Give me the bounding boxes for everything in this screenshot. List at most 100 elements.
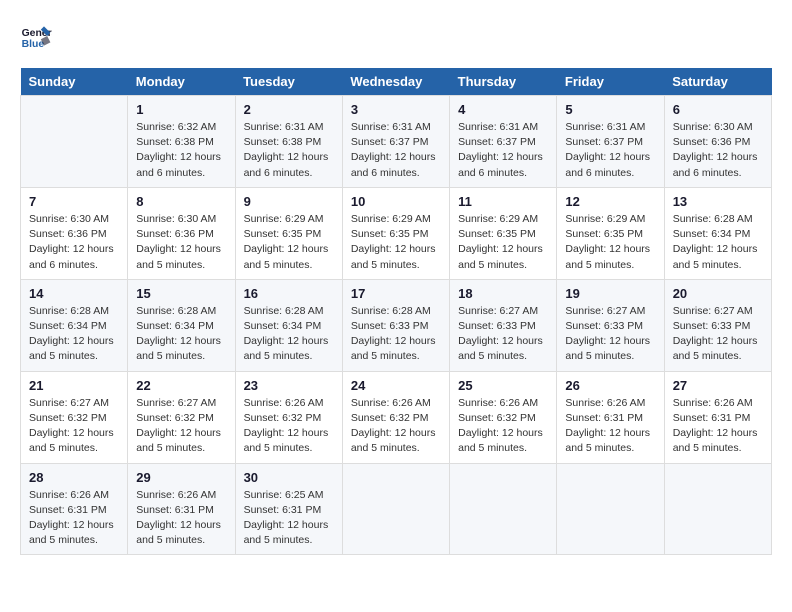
day-info: Sunrise: 6:32 AMSunset: 6:38 PMDaylight:…: [136, 120, 226, 181]
day-info: Sunrise: 6:31 AMSunset: 6:37 PMDaylight:…: [351, 120, 441, 181]
calendar-cell: 3 Sunrise: 6:31 AMSunset: 6:37 PMDaylight…: [342, 96, 449, 188]
calendar-cell: 29 Sunrise: 6:26 AMSunset: 6:31 PMDayligh…: [128, 463, 235, 555]
calendar-cell: 10 Sunrise: 6:29 AMSunset: 6:35 PMDayligh…: [342, 187, 449, 279]
day-number: 11: [458, 194, 548, 209]
day-number: 18: [458, 286, 548, 301]
day-info: Sunrise: 6:26 AMSunset: 6:31 PMDaylight:…: [565, 396, 655, 457]
week-row-1: 1Sunrise: 6:32 AMSunset: 6:38 PMDaylight…: [21, 96, 772, 188]
calendar-cell: 15 Sunrise: 6:28 AMSunset: 6:34 PMDayligh…: [128, 279, 235, 371]
day-number: 4: [458, 102, 548, 117]
day-number: 19: [565, 286, 655, 301]
calendar-cell: 22 Sunrise: 6:27 AMSunset: 6:32 PMDayligh…: [128, 371, 235, 463]
day-number: 16: [244, 286, 334, 301]
calendar-cell: 1Sunrise: 6:32 AMSunset: 6:38 PMDaylight…: [128, 96, 235, 188]
day-number: 29: [136, 470, 226, 485]
day-number: 30: [244, 470, 334, 485]
calendar-cell: 28Sunrise: 6:26 AMSunset: 6:31 PMDayligh…: [21, 463, 128, 555]
calendar-cell: 18 Sunrise: 6:27 AMSunset: 6:33 PMDayligh…: [450, 279, 557, 371]
calendar-cell: 24 Sunrise: 6:26 AMSunset: 6:32 PMDayligh…: [342, 371, 449, 463]
day-info: Sunrise: 6:30 AMSunset: 6:36 PMDaylight:…: [673, 120, 763, 181]
day-info: Sunrise: 6:29 AMSunset: 6:35 PMDaylight:…: [351, 212, 441, 273]
day-info: Sunrise: 6:28 AMSunset: 6:34 PMDaylight:…: [29, 304, 119, 365]
svg-text:Blue: Blue: [22, 39, 45, 50]
calendar-cell: 19 Sunrise: 6:27 AMSunset: 6:33 PMDayligh…: [557, 279, 664, 371]
day-info: Sunrise: 6:25 AMSunset: 6:31 PMDaylight:…: [244, 488, 334, 549]
day-number: 8: [136, 194, 226, 209]
calendar-cell: 7 Sunrise: 6:30 AMSunset: 6:36 PMDaylight…: [21, 187, 128, 279]
calendar-cell: 14 Sunrise: 6:28 AMSunset: 6:34 PMDayligh…: [21, 279, 128, 371]
calendar-cell: 17Sunrise: 6:28 AMSunset: 6:33 PMDayligh…: [342, 279, 449, 371]
calendar-cell: 11 Sunrise: 6:29 AMSunset: 6:35 PMDayligh…: [450, 187, 557, 279]
calendar-cell: 23 Sunrise: 6:26 AMSunset: 6:32 PMDayligh…: [235, 371, 342, 463]
col-header-thursday: Thursday: [450, 68, 557, 96]
logo-icon: General Blue: [20, 20, 52, 52]
day-info: Sunrise: 6:28 AMSunset: 6:34 PMDaylight:…: [673, 212, 763, 273]
day-info: Sunrise: 6:27 AMSunset: 6:32 PMDaylight:…: [29, 396, 119, 457]
calendar-cell: 20Sunrise: 6:27 AMSunset: 6:33 PMDayligh…: [664, 279, 771, 371]
day-info: Sunrise: 6:26 AMSunset: 6:32 PMDaylight:…: [458, 396, 548, 457]
col-header-friday: Friday: [557, 68, 664, 96]
day-info: Sunrise: 6:30 AMSunset: 6:36 PMDaylight:…: [29, 212, 119, 273]
col-header-sunday: Sunday: [21, 68, 128, 96]
day-info: Sunrise: 6:31 AMSunset: 6:37 PMDaylight:…: [565, 120, 655, 181]
calendar-cell: 26 Sunrise: 6:26 AMSunset: 6:31 PMDayligh…: [557, 371, 664, 463]
calendar-cell: 5Sunrise: 6:31 AMSunset: 6:37 PMDaylight…: [557, 96, 664, 188]
col-header-tuesday: Tuesday: [235, 68, 342, 96]
calendar-cell: 25Sunrise: 6:26 AMSunset: 6:32 PMDayligh…: [450, 371, 557, 463]
calendar-cell: 6 Sunrise: 6:30 AMSunset: 6:36 PMDaylight…: [664, 96, 771, 188]
logo: General Blue: [20, 20, 56, 52]
day-info: Sunrise: 6:28 AMSunset: 6:34 PMDaylight:…: [136, 304, 226, 365]
week-row-4: 21 Sunrise: 6:27 AMSunset: 6:32 PMDayligh…: [21, 371, 772, 463]
day-number: 9: [244, 194, 334, 209]
week-row-2: 7 Sunrise: 6:30 AMSunset: 6:36 PMDaylight…: [21, 187, 772, 279]
calendar-cell: 30 Sunrise: 6:25 AMSunset: 6:31 PMDayligh…: [235, 463, 342, 555]
calendar-cell: 9 Sunrise: 6:29 AMSunset: 6:35 PMDaylight…: [235, 187, 342, 279]
day-info: Sunrise: 6:27 AMSunset: 6:33 PMDaylight:…: [673, 304, 763, 365]
day-number: 27: [673, 378, 763, 393]
day-number: 13: [673, 194, 763, 209]
day-number: 3: [351, 102, 441, 117]
day-info: Sunrise: 6:26 AMSunset: 6:32 PMDaylight:…: [244, 396, 334, 457]
day-number: 23: [244, 378, 334, 393]
calendar-cell: [450, 463, 557, 555]
day-info: Sunrise: 6:26 AMSunset: 6:32 PMDaylight:…: [351, 396, 441, 457]
day-info: Sunrise: 6:28 AMSunset: 6:34 PMDaylight:…: [244, 304, 334, 365]
calendar-cell: [21, 96, 128, 188]
day-info: Sunrise: 6:31 AMSunset: 6:37 PMDaylight:…: [458, 120, 548, 181]
day-number: 22: [136, 378, 226, 393]
day-number: 7: [29, 194, 119, 209]
day-info: Sunrise: 6:26 AMSunset: 6:31 PMDaylight:…: [29, 488, 119, 549]
day-info: Sunrise: 6:28 AMSunset: 6:33 PMDaylight:…: [351, 304, 441, 365]
day-number: 6: [673, 102, 763, 117]
day-number: 24: [351, 378, 441, 393]
calendar-cell: 8 Sunrise: 6:30 AMSunset: 6:36 PMDaylight…: [128, 187, 235, 279]
calendar-cell: 21 Sunrise: 6:27 AMSunset: 6:32 PMDayligh…: [21, 371, 128, 463]
week-row-5: 28Sunrise: 6:26 AMSunset: 6:31 PMDayligh…: [21, 463, 772, 555]
day-info: Sunrise: 6:30 AMSunset: 6:36 PMDaylight:…: [136, 212, 226, 273]
day-number: 21: [29, 378, 119, 393]
calendar-cell: [664, 463, 771, 555]
calendar-cell: 2Sunrise: 6:31 AMSunset: 6:38 PMDaylight…: [235, 96, 342, 188]
page-header: General Blue: [20, 20, 772, 52]
calendar-cell: 27 Sunrise: 6:26 AMSunset: 6:31 PMDayligh…: [664, 371, 771, 463]
day-info: Sunrise: 6:29 AMSunset: 6:35 PMDaylight:…: [565, 212, 655, 273]
day-info: Sunrise: 6:29 AMSunset: 6:35 PMDaylight:…: [458, 212, 548, 273]
day-number: 10: [351, 194, 441, 209]
calendar-cell: 13 Sunrise: 6:28 AMSunset: 6:34 PMDayligh…: [664, 187, 771, 279]
col-header-wednesday: Wednesday: [342, 68, 449, 96]
day-info: Sunrise: 6:27 AMSunset: 6:32 PMDaylight:…: [136, 396, 226, 457]
day-number: 26: [565, 378, 655, 393]
day-info: Sunrise: 6:29 AMSunset: 6:35 PMDaylight:…: [244, 212, 334, 273]
day-info: Sunrise: 6:27 AMSunset: 6:33 PMDaylight:…: [565, 304, 655, 365]
col-header-saturday: Saturday: [664, 68, 771, 96]
day-number: 15: [136, 286, 226, 301]
day-info: Sunrise: 6:26 AMSunset: 6:31 PMDaylight:…: [673, 396, 763, 457]
day-info: Sunrise: 6:27 AMSunset: 6:33 PMDaylight:…: [458, 304, 548, 365]
calendar-header-row: SundayMondayTuesdayWednesdayThursdayFrid…: [21, 68, 772, 96]
day-number: 12: [565, 194, 655, 209]
day-number: 14: [29, 286, 119, 301]
col-header-monday: Monday: [128, 68, 235, 96]
day-info: Sunrise: 6:26 AMSunset: 6:31 PMDaylight:…: [136, 488, 226, 549]
week-row-3: 14 Sunrise: 6:28 AMSunset: 6:34 PMDayligh…: [21, 279, 772, 371]
day-number: 2: [244, 102, 334, 117]
